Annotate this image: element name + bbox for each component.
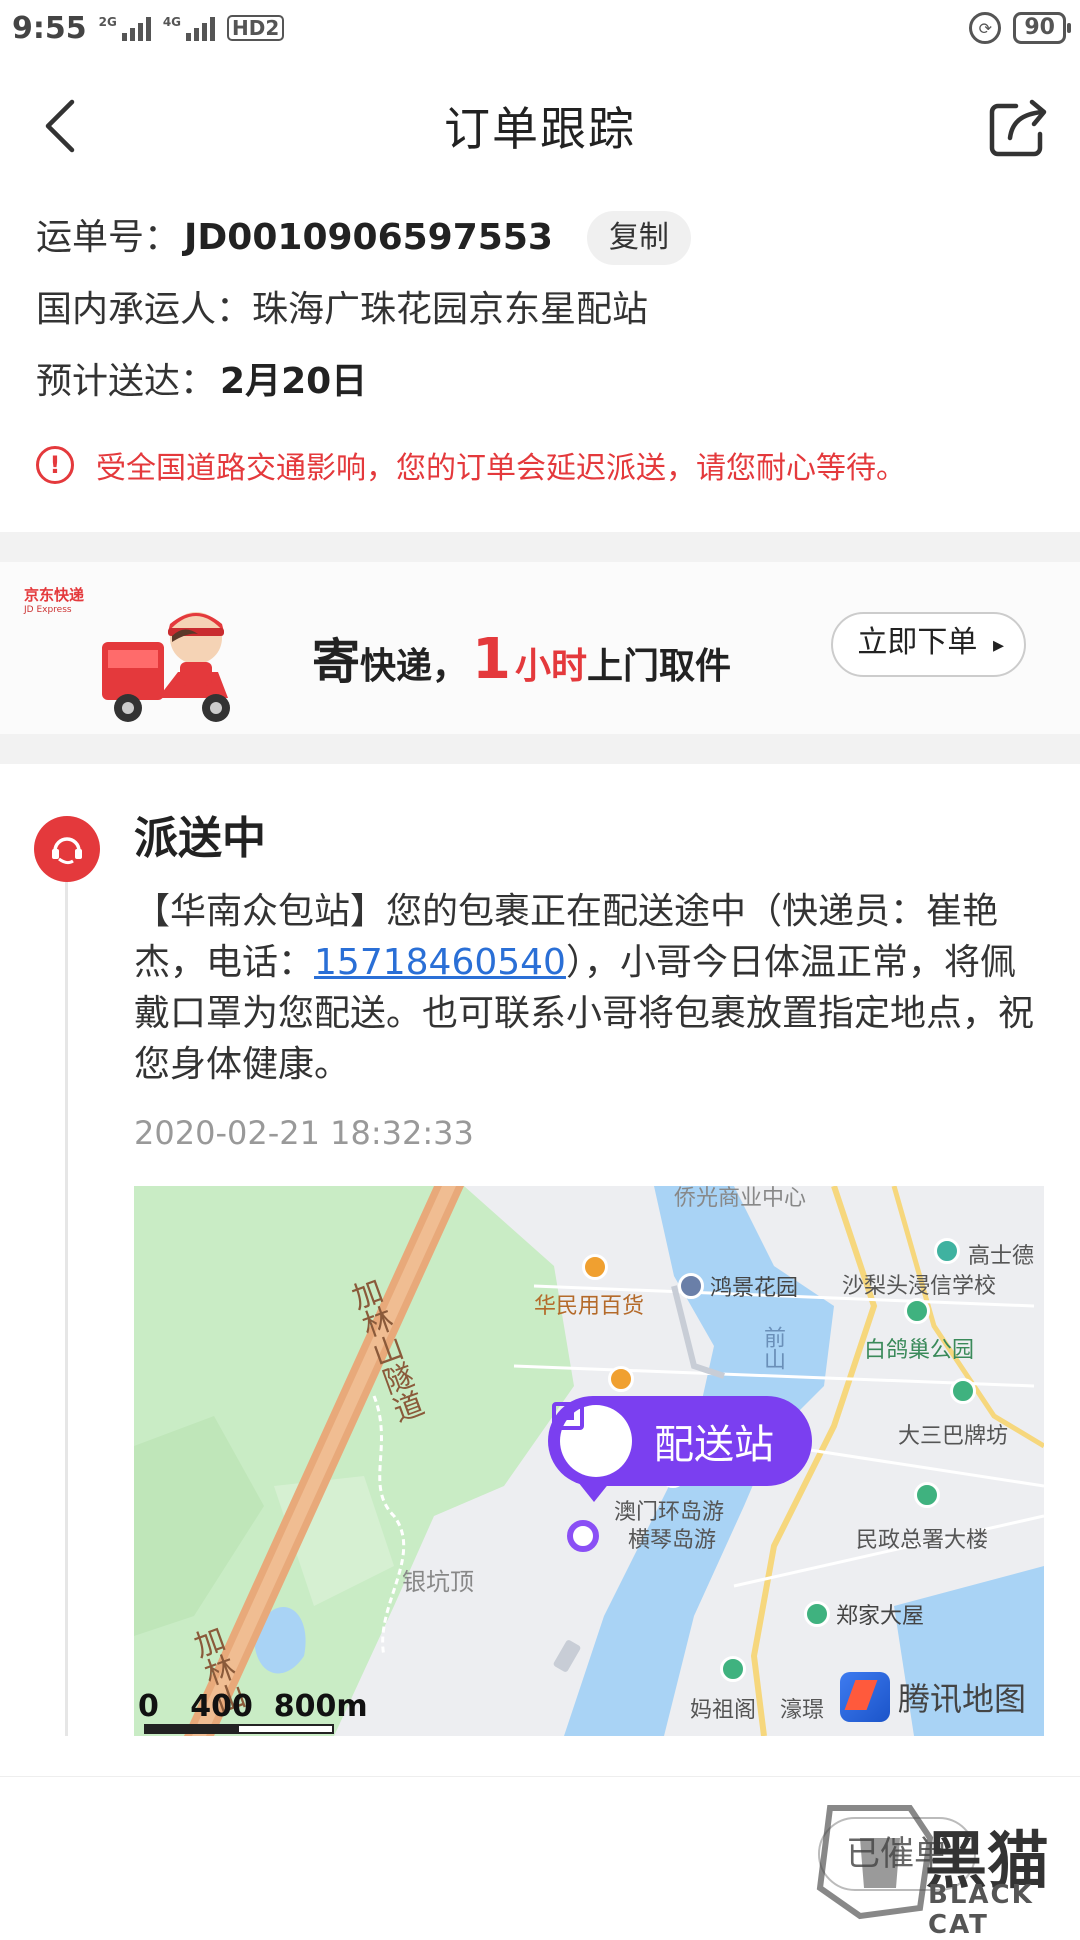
map-poi bbox=[720, 1656, 746, 1682]
tracking-status: 派送中 bbox=[134, 813, 266, 864]
camera-icon bbox=[950, 1378, 976, 1404]
delivery-map[interactable]: 侨光商业中心 高士德 沙梨头浸信学校 华民用百货 鸿景花园 白鸽巢公园 前山 加… bbox=[134, 1186, 1044, 1736]
eta-label: 预计送达： bbox=[36, 361, 217, 402]
carrier-label: 国内承运人： bbox=[36, 289, 253, 330]
courier-phone-link[interactable]: 15718460540 bbox=[314, 942, 566, 983]
tracking-entry: 派送中 【华南众包站】您的包裹正在配送途中（快递员：崔艳杰，电话：1571846… bbox=[0, 764, 1080, 1736]
map-scale: 0 400 800m bbox=[138, 1689, 368, 1724]
banner-slogan: 寄 快递， 1 小时 上门取件 bbox=[312, 627, 732, 692]
rotation-lock-icon: ⟳ bbox=[969, 12, 1002, 44]
copy-button[interactable]: 复制 bbox=[586, 211, 691, 265]
express-banner[interactable]: 京东快递 JD Express 寄 快递， 1 小时 上门取件 立即下单 ▸ bbox=[0, 562, 1080, 734]
map-label: 横琴岛游 bbox=[628, 1528, 717, 1553]
waybill-label: 运单号： bbox=[36, 217, 181, 258]
camera-icon bbox=[804, 1601, 830, 1627]
status-time: 9:55 bbox=[12, 10, 87, 46]
eta-row: 预计送达： 2月20日 bbox=[36, 346, 1044, 418]
park-icon bbox=[904, 1298, 930, 1324]
map-label: 大三巴牌坊 bbox=[898, 1424, 1009, 1449]
station-label: 配送站 bbox=[654, 1422, 774, 1468]
waybill-number: JD0010906597553 bbox=[184, 217, 553, 258]
timeline-line bbox=[65, 864, 68, 1736]
share-icon bbox=[989, 99, 1047, 157]
map-poi bbox=[934, 1238, 960, 1264]
map-label: 白鸽巢公园 bbox=[864, 1338, 975, 1363]
tencent-map-logo-icon bbox=[839, 1672, 890, 1722]
map-poi bbox=[608, 1366, 634, 1392]
map-poi bbox=[914, 1482, 940, 1508]
order-now-button[interactable]: 立即下单 ▸ bbox=[831, 612, 1026, 677]
signal-icon-1: 2G bbox=[99, 15, 151, 41]
station-icon bbox=[552, 1402, 632, 1477]
carrier-value: 珠海广珠花园京东星配站 bbox=[252, 289, 649, 330]
shop-icon bbox=[582, 1254, 608, 1280]
map-poi bbox=[582, 1254, 608, 1280]
temple-icon bbox=[720, 1656, 746, 1682]
status-left: 9:55 2G 4G HD2 bbox=[12, 10, 285, 46]
map-label: 民政总署大楼 bbox=[856, 1528, 989, 1553]
map-poi: 鸿景花园 bbox=[678, 1270, 798, 1302]
carrier-row: 国内承运人： 珠海广珠花园京东星配站 bbox=[36, 274, 1044, 346]
map-label: 银坑顶 bbox=[402, 1568, 474, 1596]
signal-icon-2: 4G bbox=[163, 15, 216, 41]
status-bar: 9:55 2G 4G HD2 ⟳ 90 bbox=[0, 0, 1080, 56]
courier-illustration bbox=[102, 612, 230, 722]
order-info: 运单号： JD0010906597553 复制 国内承运人： 珠海广珠花园京东星… bbox=[0, 196, 1080, 498]
back-button[interactable] bbox=[30, 96, 90, 156]
divider bbox=[0, 734, 1080, 764]
jd-express-logo: 京东快递 JD Express bbox=[24, 586, 85, 615]
map-label: 妈祖阁 bbox=[690, 1698, 757, 1723]
map-label: 高士德 bbox=[968, 1244, 1035, 1269]
delay-notice: ! 受全国道路交通影响，您的订单会延迟派送，请您耐心等待。 bbox=[36, 432, 1044, 498]
tracking-message: 【华南众包站】您的包裹正在配送途中（快递员：崔艳杰，电话：15718460540… bbox=[134, 891, 1035, 1085]
school-icon bbox=[934, 1238, 960, 1264]
map-label: 沙梨头浸信学校 bbox=[842, 1274, 997, 1299]
map-poi bbox=[904, 1298, 930, 1324]
map-label: 濠璟 bbox=[780, 1698, 825, 1723]
map-poi: 郑家大屋 bbox=[804, 1598, 924, 1630]
camera-icon bbox=[914, 1482, 940, 1508]
delivery-status-icon bbox=[34, 816, 100, 882]
notice-text: 受全国道路交通影响，您的订单会延迟派送，请您耐心等待。 bbox=[96, 451, 906, 486]
watermark-text: BLACK CAT bbox=[928, 1880, 1034, 1940]
location-pin-icon bbox=[567, 1520, 599, 1552]
delivery-station-marker[interactable]: 配送站 bbox=[548, 1396, 812, 1486]
warning-icon: ! bbox=[36, 446, 74, 484]
page-title: 订单跟踪 bbox=[444, 102, 636, 156]
eta-value: 2月20日 bbox=[220, 361, 368, 402]
chevron-left-icon bbox=[45, 99, 75, 153]
nav-header: 订单跟踪 bbox=[0, 56, 1080, 196]
map-poi bbox=[950, 1378, 976, 1404]
divider bbox=[0, 532, 1080, 562]
scale-bar bbox=[144, 1724, 334, 1734]
chevron-right-icon: ▸ bbox=[992, 633, 1004, 658]
map-label: 侨光商业中心 bbox=[674, 1186, 807, 1211]
map-label: 前山 bbox=[760, 1326, 785, 1370]
shop-icon bbox=[608, 1366, 634, 1392]
hd-voice-icon: HD2 bbox=[227, 15, 285, 41]
map-label: 华民用百货 bbox=[534, 1294, 645, 1319]
battery-icon: 90 bbox=[1013, 12, 1071, 44]
marker-tail bbox=[578, 1482, 610, 1502]
share-button[interactable] bbox=[986, 94, 1052, 160]
building-icon bbox=[678, 1273, 704, 1299]
map-brand: 腾讯地图 bbox=[839, 1672, 1026, 1722]
status-right: ⟳ 90 bbox=[969, 12, 1071, 44]
tracking-time: 2020-02-21 18:32:33 bbox=[134, 1114, 474, 1152]
waybill-row: 运单号： JD0010906597553 复制 bbox=[36, 202, 1044, 274]
